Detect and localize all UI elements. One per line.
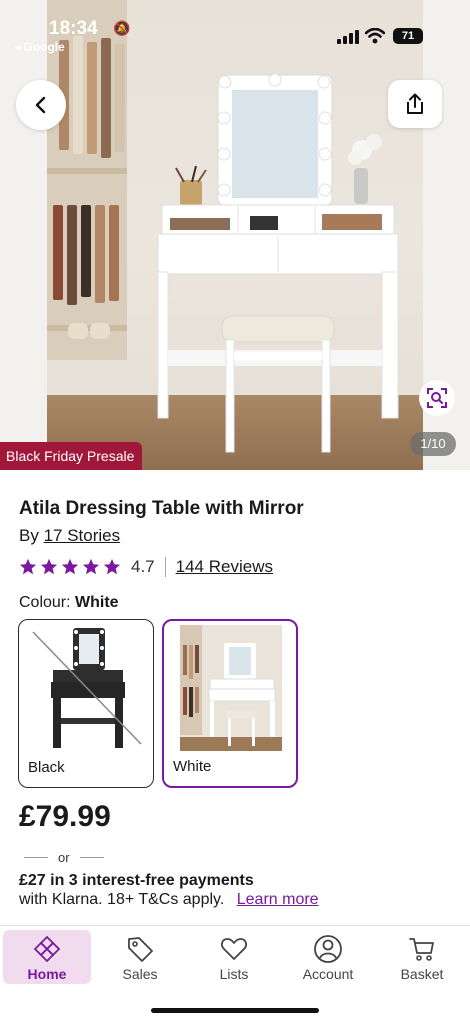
chevron-left-icon bbox=[35, 96, 46, 114]
or-line-left bbox=[24, 857, 48, 858]
or-text: or bbox=[58, 850, 70, 865]
colour-swatch-white[interactable]: White bbox=[162, 619, 298, 788]
tab-sales-label: Sales bbox=[122, 966, 158, 982]
tab-account-label: Account bbox=[302, 966, 354, 982]
product-brand: By 17 Stories bbox=[19, 526, 120, 546]
status-time: 18:34 bbox=[49, 18, 98, 39]
tab-account[interactable]: Account bbox=[284, 930, 372, 984]
rating-divider bbox=[164, 557, 166, 577]
tab-basket-label: Basket bbox=[400, 966, 444, 982]
rating-row: 4.7 144 Reviews bbox=[19, 556, 273, 578]
rating-score: 4.7 bbox=[131, 557, 155, 576]
white-table-thumbnail bbox=[180, 625, 282, 751]
colour-swatch-black[interactable]: Black bbox=[18, 619, 154, 788]
dressing-table-photo bbox=[68, 73, 399, 453]
product-image-gallery[interactable]: 18:34 🔕 ◂ Google 71 1/10 Black Friday Pr… bbox=[0, 0, 470, 470]
tab-lists[interactable]: Lists bbox=[190, 930, 278, 984]
star-icon bbox=[19, 558, 37, 575]
star-icon bbox=[40, 558, 58, 575]
swatch-label-white: White bbox=[173, 758, 212, 775]
tab-basket[interactable]: Basket bbox=[378, 930, 466, 984]
silent-mode-icon: 🔕 bbox=[113, 20, 131, 36]
colour-label: Colour: White bbox=[19, 594, 119, 612]
image-counter: 1/10 bbox=[410, 432, 456, 456]
star-icon bbox=[82, 558, 100, 575]
brand-prefix: By bbox=[19, 526, 39, 545]
back-to-app-link[interactable]: ◂ Google bbox=[14, 40, 65, 54]
product-title: Atila Dressing Table with Mirror bbox=[19, 498, 304, 519]
or-divider: or bbox=[24, 850, 104, 865]
home-indicator[interactable] bbox=[151, 1008, 319, 1013]
tab-home[interactable]: Home bbox=[3, 930, 91, 984]
status-bar: 18:34 🔕 ◂ Google 71 bbox=[14, 14, 423, 54]
zoom-button[interactable] bbox=[419, 380, 455, 416]
promo-badge: Black Friday Presale bbox=[0, 442, 143, 470]
cellular-signal-icon bbox=[337, 30, 359, 44]
tag-icon bbox=[128, 937, 153, 962]
home-icon bbox=[33, 935, 61, 963]
share-icon bbox=[407, 93, 423, 114]
basket-icon bbox=[409, 938, 434, 961]
star-icon bbox=[103, 558, 121, 575]
share-button[interactable] bbox=[388, 80, 442, 128]
zoom-search-icon bbox=[427, 388, 447, 408]
star-icon bbox=[61, 558, 79, 575]
klarna-terms: with Klarna. 18+ T&Cs apply. Learn more bbox=[19, 891, 319, 909]
swatch-label-black: Black bbox=[28, 759, 65, 776]
rating-stars bbox=[19, 558, 121, 576]
colour-label-text: Colour: bbox=[19, 594, 71, 611]
klarna-terms-text: with Klarna. 18+ T&Cs apply. bbox=[19, 891, 225, 908]
klarna-learn-more-link[interactable]: Learn more bbox=[237, 891, 319, 908]
black-table-thumbnail bbox=[32, 628, 142, 748]
or-line-right bbox=[79, 857, 104, 858]
reviews-link[interactable]: 144 Reviews bbox=[176, 557, 273, 577]
tab-home-label: Home bbox=[27, 966, 67, 982]
wifi-icon bbox=[365, 28, 385, 44]
product-price: £79.99 bbox=[19, 800, 111, 833]
account-icon bbox=[314, 935, 342, 963]
heart-icon bbox=[221, 938, 247, 960]
tab-lists-label: Lists bbox=[219, 966, 249, 982]
tab-sales[interactable]: Sales bbox=[96, 930, 184, 984]
battery-indicator: 71 bbox=[393, 28, 423, 44]
colour-selected-value: White bbox=[75, 594, 119, 611]
back-button[interactable] bbox=[16, 80, 66, 130]
klarna-instalments: £27 in 3 interest-free payments bbox=[19, 872, 254, 889]
brand-link[interactable]: 17 Stories bbox=[44, 526, 121, 545]
